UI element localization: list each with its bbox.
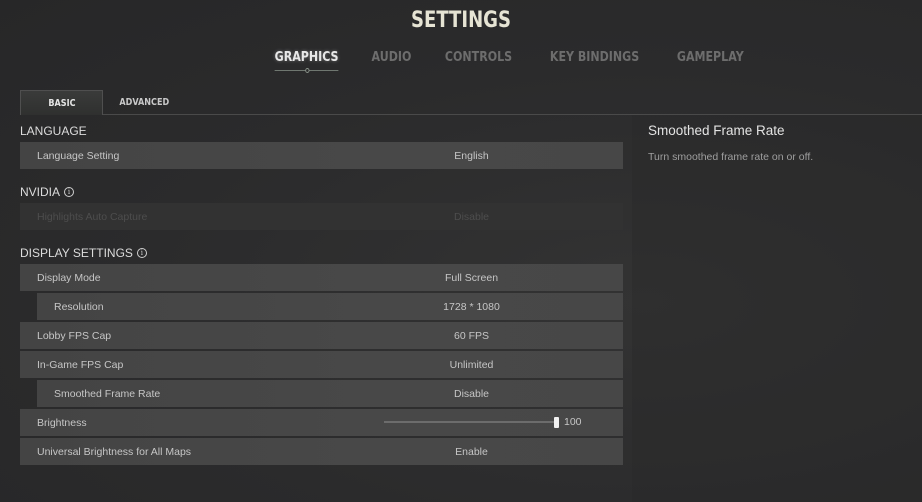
tab-audio[interactable]: AUDIO — [361, 50, 421, 65]
subtab-basic[interactable]: BASIC — [20, 90, 103, 115]
brightness-slider[interactable]: 100 — [384, 409, 584, 436]
setting-resolution[interactable]: Resolution 1728 * 1080 — [37, 293, 623, 320]
setting-universal-brightness[interactable]: Universal Brightness for All Maps Enable — [20, 438, 623, 465]
setting-value[interactable]: Enable — [20, 446, 623, 458]
tab-key-bindings[interactable]: KEY BINDINGS — [539, 50, 649, 65]
setting-value: Disable — [453, 210, 490, 223]
settings-list: LANGUAGE Language Setting English NVIDIA… — [20, 120, 623, 467]
tab-controls[interactable]: CONTROLS — [434, 50, 522, 65]
setting-highlights-auto-capture: Highlights Auto Capture Disable — [20, 203, 623, 230]
main-tabs: GRAPHICS AUDIO CONTROLS KEY BINDINGS GAM… — [0, 50, 922, 73]
info-circle-icon[interactable]: i — [64, 187, 75, 197]
section-display-title: DISPLAY SETTINGS i — [20, 242, 623, 264]
setting-value[interactable]: Full Screen — [20, 272, 623, 284]
subtab-basic-label: BASIC — [47, 98, 76, 109]
setting-brightness: Brightness 100 — [20, 409, 623, 436]
setting-language[interactable]: Language Setting English — [20, 142, 623, 169]
section-nvidia-title: NVIDIA i — [20, 181, 623, 203]
setting-ingame-fps-cap[interactable]: In-Game FPS Cap Unlimited — [20, 351, 623, 378]
page-title: SETTINGS — [411, 8, 511, 33]
setting-value[interactable]: 1728 * 1080 — [20, 301, 623, 313]
section-nvidia-label: NVIDIA — [20, 185, 61, 199]
setting-lobby-fps-cap[interactable]: Lobby FPS Cap 60 FPS — [20, 322, 623, 349]
tab-gameplay[interactable]: GAMEPLAY — [666, 50, 753, 65]
setting-display-mode[interactable]: Display Mode Full Screen — [20, 264, 623, 291]
setting-smoothed-frame-rate[interactable]: Smoothed Frame Rate Disable — [37, 380, 623, 407]
setting-value[interactable]: English — [20, 150, 623, 162]
subtab-advanced-label: ADVANCED — [119, 97, 170, 108]
tab-graphics[interactable]: GRAPHICS — [264, 50, 348, 73]
section-display-label: DISPLAY SETTINGS — [20, 246, 133, 260]
tab-graphics-label: GRAPHICS — [274, 50, 339, 65]
setting-value[interactable]: Unlimited — [20, 359, 623, 371]
setting-value[interactable]: 60 FPS — [20, 330, 623, 342]
section-language-title: LANGUAGE — [20, 120, 623, 142]
info-panel-description: Turn smoothed frame rate on or off. — [648, 151, 814, 163]
info-panel: Smoothed Frame Rate Turn smoothed frame … — [632, 115, 922, 502]
setting-value[interactable]: Disable — [20, 388, 623, 400]
slider-track[interactable] — [384, 421, 556, 423]
underline-dot-icon — [304, 68, 309, 73]
section-language-label: LANGUAGE — [20, 124, 87, 138]
slider-thumb[interactable] — [554, 417, 559, 428]
info-panel-title: Smoothed Frame Rate — [648, 123, 785, 138]
sub-tabs: BASIC ADVANCED — [20, 90, 922, 115]
active-tab-underline — [274, 68, 339, 73]
info-circle-icon[interactable]: i — [136, 248, 147, 258]
slider-value: 100 — [564, 416, 582, 428]
subtab-advanced[interactable]: ADVANCED — [103, 90, 186, 115]
